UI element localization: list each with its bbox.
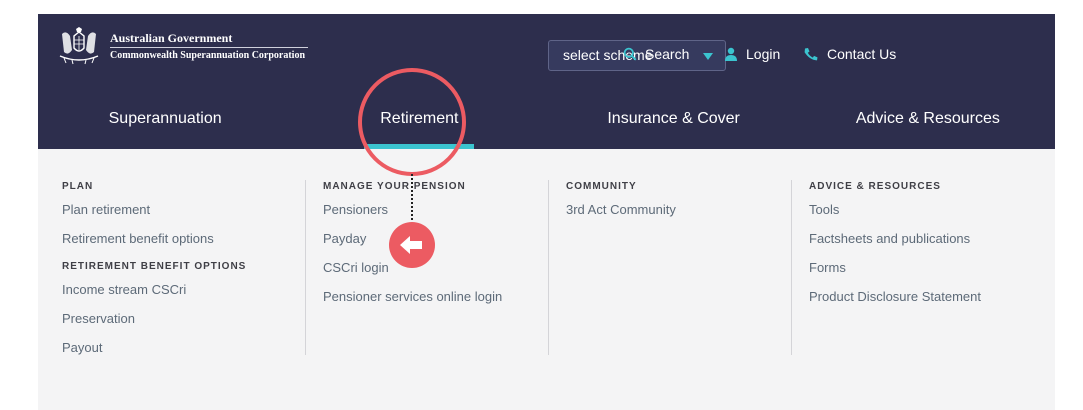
annotation-dotted-line: [411, 174, 413, 220]
logo[interactable]: Australian Government Commonwealth Super…: [54, 26, 308, 66]
menu-link[interactable]: Forms: [809, 260, 981, 276]
annotation-arrow: [389, 222, 435, 268]
menu-heading-plan: PLAN: [62, 181, 94, 192]
logo-divider: [110, 46, 308, 48]
logo-government: Australian Government: [110, 30, 233, 45]
menu-link[interactable]: Product Disclosure Statement: [809, 289, 981, 305]
menu-link[interactable]: Retirement benefit options: [62, 231, 246, 247]
contact-link[interactable]: Contact Us: [803, 46, 896, 62]
site-header: Australian Government Commonwealth Super…: [38, 14, 1055, 149]
user-icon: [725, 47, 737, 61]
search-link[interactable]: Search: [623, 46, 689, 62]
menu-link[interactable]: Payout: [62, 340, 246, 356]
contact-label: Contact Us: [827, 46, 897, 62]
menu-column-plan: PLAN Plan retirement Retirement benefit …: [62, 181, 246, 369]
menu-link[interactable]: Preservation: [62, 311, 246, 327]
menu-link[interactable]: Plan retirement: [62, 202, 246, 218]
caret-down-icon: [703, 53, 713, 60]
nav-item-insurance[interactable]: Insurance & Cover: [547, 98, 801, 149]
mega-menu: PLAN Plan retirement Retirement benefit …: [38, 149, 1055, 410]
login-label: Login: [746, 46, 781, 62]
menu-link[interactable]: Tools: [809, 202, 981, 218]
annotation-circle: [358, 68, 466, 176]
arrow-left-icon: [400, 236, 422, 254]
search-label: Search: [645, 46, 690, 62]
logo-text: Australian Government Commonwealth Super…: [110, 31, 308, 62]
nav-item-superannuation[interactable]: Superannuation: [38, 98, 292, 149]
menu-column-community: COMMUNITY 3rd Act Community: [566, 181, 676, 231]
phone-icon: [804, 48, 818, 61]
menu-link[interactable]: Factsheets and publications: [809, 231, 981, 247]
main-nav: Superannuation Retirement Insurance & Co…: [38, 98, 1055, 149]
menu-divider: [305, 180, 306, 355]
menu-link[interactable]: 3rd Act Community: [566, 202, 676, 218]
menu-link[interactable]: Income stream CSCri: [62, 282, 246, 298]
menu-heading-community: COMMUNITY: [566, 181, 637, 192]
coat-of-arms-icon: [59, 27, 99, 65]
menu-heading-advice: ADVICE & RESOURCES: [809, 181, 941, 192]
menu-column-advice: ADVICE & RESOURCES Tools Factsheets and …: [809, 181, 981, 318]
login-link[interactable]: Login: [724, 46, 780, 62]
nav-item-advice[interactable]: Advice & Resources: [801, 98, 1055, 149]
menu-link[interactable]: Pensioner services online login: [323, 289, 502, 305]
logo-corporation: Commonwealth Superannuation Corporation: [110, 49, 306, 61]
search-icon: [623, 47, 637, 61]
menu-divider: [791, 180, 792, 355]
site-frame: Australian Government Commonwealth Super…: [38, 14, 1055, 410]
menu-divider: [548, 180, 549, 355]
menu-heading-benefit-options: RETIREMENT BENEFIT OPTIONS: [62, 261, 247, 272]
